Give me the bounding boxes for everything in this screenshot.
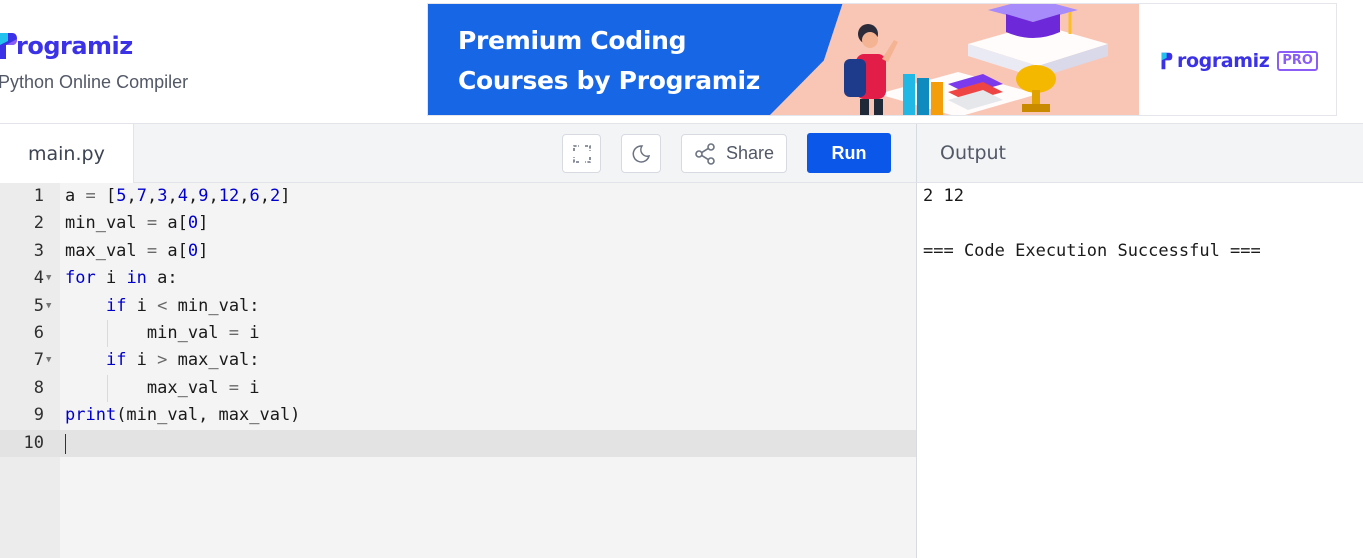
share-icon [695,142,715,165]
fold-toggle-icon[interactable]: ▼ [46,347,51,374]
code-line[interactable]: 2 min_val = a[0] [0,210,916,237]
programiz-logo-mark-icon [0,33,17,59]
banner-headline-line1: Premium Coding [458,26,687,55]
logo-text: rogramiz [16,32,133,60]
code-line[interactable]: 7 ▼ if i > max_val: [0,347,916,374]
banner-illustration-icon [844,4,1108,115]
code-line[interactable]: 1 a = [5,7,3,4,9,12,6,2] [0,183,916,210]
line-number: 10 [23,432,44,453]
line-number: 2 [33,213,44,234]
output-console[interactable]: 2 12 === Code Execution Successful === [916,183,1363,558]
editor-toolbar: main.py Share Run [0,124,916,183]
text-cursor [65,433,66,454]
code-line[interactable]: 6 min_val = i [0,320,916,347]
indent-guide [107,374,108,403]
code-line[interactable]: 5 ▼ if i < min_val: [0,293,916,320]
indent-guide [107,320,108,348]
fullscreen-button[interactable] [562,134,601,173]
line-number: 3 [33,240,44,261]
code-text: min_val = i [65,323,260,343]
banner-blue-panel [428,4,848,115]
code-line[interactable]: 9 print(min_val, max_val) [0,402,916,429]
premium-courses-banner[interactable]: Premium Coding Courses by Programiz rogr… [427,3,1337,116]
line-number: 7 [33,350,44,371]
fold-toggle-icon[interactable]: ▼ [46,265,51,292]
moon-icon [632,144,651,163]
code-line[interactable]: 8 max_val = i [0,375,916,402]
share-label: Share [725,143,775,163]
file-tab-main-py[interactable]: main.py [0,124,134,183]
theme-toggle-button[interactable] [621,134,661,173]
line-number: 8 [33,377,44,398]
code-text: print(min_val, max_val) [65,405,301,426]
line-number: 1 [33,186,44,206]
fullscreen-icon [572,144,591,163]
line-number: 4 [33,268,44,289]
code-line[interactable]: 4 ▼ for i in a: [0,265,916,292]
fold-toggle-icon[interactable]: ▼ [46,293,51,320]
share-button[interactable]: Share [681,134,787,173]
page-subtitle: Python Online Compiler [0,72,189,92]
code-text: if i < min_val: [105,295,260,316]
programiz-logo[interactable]: rogramiz [0,26,133,66]
code-text: max_val = i [65,377,260,398]
code-text: min_val = a[0] [65,213,209,234]
programiz-pro-mark-icon [1161,52,1173,69]
output-line: === Code Execution Successful === [923,240,1261,261]
code-text: for i in a: [65,268,178,289]
code-editor[interactable]: 1 a = [5,7,3,4,9,12,6,2] 2 min_val = a[0… [0,183,916,558]
line-number: 9 [33,405,44,426]
code-text: if i > max_val: [105,350,260,371]
code-text: max_val = a[0] [65,240,209,261]
programiz-pro-logo: rogramiz PRO [1139,4,1336,115]
output-panel-title: Output [916,124,1363,183]
line-number: 6 [33,323,44,343]
code-line-active[interactable]: 10 [0,429,916,457]
site-header: rogramiz Python Online Compiler Premium … [0,0,1363,124]
code-line[interactable]: 3 max_val = a[0] [0,238,916,265]
run-button[interactable]: Run [807,133,891,173]
line-number: 5 [33,295,44,316]
pro-badge: PRO [1277,50,1318,71]
output-line: 2 12 [923,186,964,206]
code-text: a = [5,7,3,4,9,12,6,2] [65,186,291,206]
pro-logo-text: rogramiz [1177,49,1270,72]
banner-headline-line2: Courses by Programiz [458,66,761,95]
